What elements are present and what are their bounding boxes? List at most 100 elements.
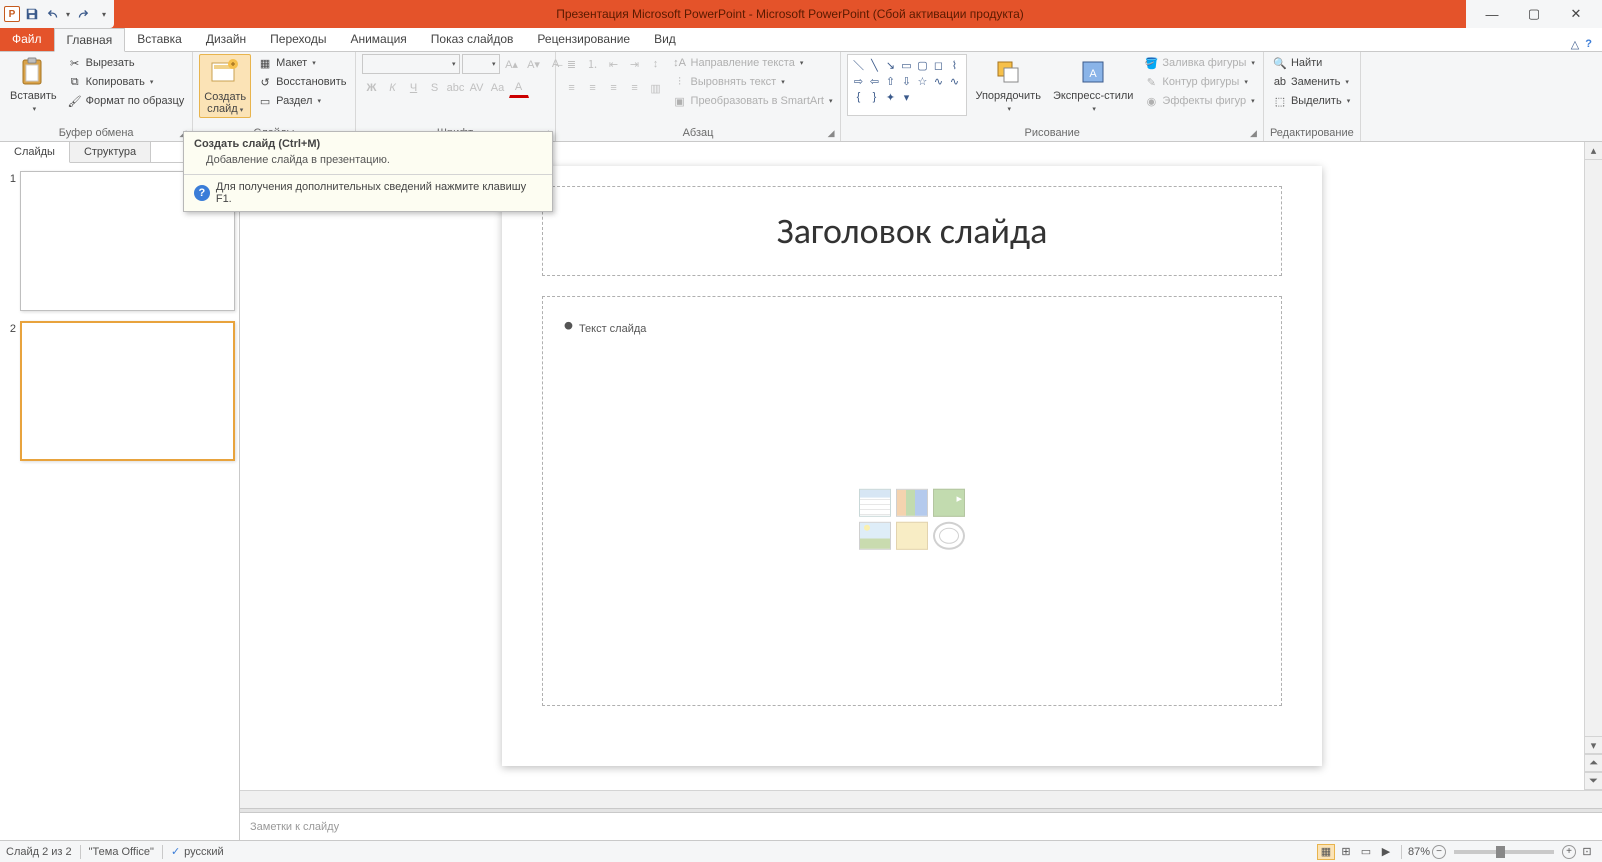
shape-star[interactable]: ☆ <box>915 74 929 88</box>
font-family-combo[interactable]: ▾ <box>362 54 460 74</box>
minimize-button[interactable]: — <box>1480 2 1504 26</box>
shape-arrow-r[interactable]: ⇨ <box>851 74 865 88</box>
insert-picture-icon[interactable] <box>859 522 891 550</box>
title-placeholder[interactable]: Заголовок слайда <box>542 186 1282 276</box>
reading-view-button[interactable]: ▭ <box>1357 844 1375 860</box>
status-language[interactable]: русский <box>184 846 223 858</box>
insert-chart-icon[interactable] <box>896 489 928 517</box>
paste-button[interactable]: Вставить▾ <box>6 54 61 116</box>
tab-view[interactable]: Вид <box>642 27 688 51</box>
underline-button[interactable]: Ч <box>404 78 424 98</box>
tab-review[interactable]: Рецензирование <box>525 27 642 51</box>
shape-arrow-d[interactable]: ⇩ <box>899 74 913 88</box>
shape-brace[interactable]: { <box>851 90 865 104</box>
font-color-button[interactable]: A <box>509 78 529 98</box>
slide-canvas[interactable]: Заголовок слайда • Текст слайда ▸ <box>502 166 1322 766</box>
shapes-gallery[interactable]: ＼ ╲ ↘ ▭ ▢ ◻ ⌇ ⇨ ⇦ ⇧ ⇩ ☆ ∿ ∿ { } ✦ ▾ <box>847 54 967 116</box>
close-button[interactable]: ✕ <box>1564 2 1588 26</box>
replace-button[interactable]: abЗаменить▾ <box>1270 73 1352 91</box>
normal-view-button[interactable]: ▦ <box>1317 844 1335 860</box>
thumbnail-row-2[interactable]: 2 <box>4 321 235 461</box>
shape-more[interactable]: ▾ <box>899 90 913 104</box>
shape-curve[interactable]: ∿ <box>931 74 945 88</box>
insert-clipart-icon[interactable] <box>896 522 928 550</box>
shadow-button[interactable]: abc <box>446 78 466 98</box>
quick-styles-button[interactable]: A Экспресс-стили▾ <box>1049 54 1137 116</box>
shape-line2[interactable]: ╲ <box>867 58 881 72</box>
shape-rect3[interactable]: ◻ <box>931 58 945 72</box>
tab-file[interactable]: Файл <box>0 27 54 51</box>
strikethrough-button[interactable]: S <box>425 78 445 98</box>
align-right-button[interactable]: ≡ <box>604 78 624 98</box>
redo-button[interactable] <box>72 4 92 24</box>
insert-smartart-icon[interactable]: ▸ <box>933 489 965 517</box>
shape-outline-button[interactable]: ✎Контур фигуры▾ <box>1141 73 1257 91</box>
insert-media-icon[interactable] <box>933 522 965 550</box>
bullets-button[interactable]: ≣ <box>562 54 582 74</box>
shape-effects-button[interactable]: ◉Эффекты фигур▾ <box>1141 92 1257 110</box>
vertical-scrollbar[interactable]: ▴ ▾ ⏶ ⏷ <box>1584 142 1602 790</box>
find-button[interactable]: 🔍Найти <box>1270 54 1352 72</box>
shape-curve2[interactable]: ∿ <box>947 74 961 88</box>
layout-button[interactable]: ▦Макет▾ <box>255 54 348 72</box>
spellcheck-icon[interactable]: ✓ <box>171 845 180 858</box>
shape-rect[interactable]: ▭ <box>899 58 913 72</box>
convert-smartart-button[interactable]: ▣Преобразовать в SmartArt▾ <box>670 92 835 110</box>
next-slide-button[interactable]: ⏷ <box>1585 772 1602 790</box>
undo-button[interactable] <box>44 4 64 24</box>
tab-animations[interactable]: Анимация <box>338 27 418 51</box>
insert-table-icon[interactable] <box>859 489 891 517</box>
reset-button[interactable]: ↺Восстановить <box>255 73 348 91</box>
bold-button[interactable]: Ж <box>362 78 382 98</box>
increase-indent-button[interactable]: ⇥ <box>625 54 645 74</box>
zoom-slider[interactable] <box>1454 850 1554 854</box>
zoom-in-button[interactable]: + <box>1562 845 1576 859</box>
tab-slideshow[interactable]: Показ слайдов <box>419 27 526 51</box>
qat-customize[interactable]: ▾ <box>102 10 106 19</box>
sorter-view-button[interactable]: ⊞ <box>1337 844 1355 860</box>
shape-brace2[interactable]: } <box>867 90 881 104</box>
shape-fill-button[interactable]: 🪣Заливка фигуры▾ <box>1141 54 1257 72</box>
prev-slide-button[interactable]: ⏶ <box>1585 754 1602 772</box>
notes-pane[interactable]: Заметки к слайду <box>240 812 1602 840</box>
thumbnail-2[interactable] <box>20 321 235 461</box>
zoom-level[interactable]: 87% <box>1408 846 1430 858</box>
line-spacing-button[interactable]: ↕ <box>646 54 666 74</box>
align-left-button[interactable]: ≡ <box>562 78 582 98</box>
body-placeholder[interactable]: • Текст слайда ▸ <box>542 296 1282 706</box>
shape-star2[interactable]: ✦ <box>883 90 897 104</box>
tab-design[interactable]: Дизайн <box>194 27 258 51</box>
shape-free[interactable]: ⌇ <box>947 58 961 72</box>
shrink-font-button[interactable]: A▾ <box>524 54 544 74</box>
justify-button[interactable]: ≡ <box>625 78 645 98</box>
tab-insert[interactable]: Вставка <box>125 27 194 51</box>
fit-window-button[interactable]: ⊡ <box>1578 844 1596 860</box>
slideshow-view-button[interactable]: ▶ <box>1377 844 1395 860</box>
change-case-button[interactable]: Aa <box>488 78 508 98</box>
grow-font-button[interactable]: A▴ <box>502 54 522 74</box>
drawing-launcher[interactable]: ◢ <box>1250 128 1257 139</box>
zoom-out-button[interactable]: − <box>1432 845 1446 859</box>
shape-line[interactable]: ＼ <box>851 58 865 72</box>
section-button[interactable]: ▭Раздел▾ <box>255 92 348 110</box>
italic-button[interactable]: К <box>383 78 403 98</box>
tab-transitions[interactable]: Переходы <box>258 27 338 51</box>
panel-tab-outline[interactable]: Структура <box>70 142 151 162</box>
save-button[interactable] <box>22 4 42 24</box>
help-icon[interactable]: ? <box>1585 38 1592 51</box>
align-center-button[interactable]: ≡ <box>583 78 603 98</box>
copy-button[interactable]: ⧉Копировать▾ <box>65 73 187 91</box>
decrease-indent-button[interactable]: ⇤ <box>604 54 624 74</box>
shape-rect2[interactable]: ▢ <box>915 58 929 72</box>
new-slide-button[interactable]: Создать слайд▾ <box>199 54 251 118</box>
scroll-track[interactable] <box>1585 160 1602 736</box>
slide-area[interactable]: Заголовок слайда • Текст слайда ▸ <box>240 142 1584 790</box>
status-slide-info[interactable]: Слайд 2 из 2 <box>6 846 72 858</box>
arrange-button[interactable]: Упорядочить▾ <box>971 54 1044 116</box>
ribbon-minimize-icon[interactable]: △ <box>1571 38 1579 51</box>
zoom-thumb[interactable] <box>1496 846 1504 858</box>
scroll-up-button[interactable]: ▴ <box>1585 142 1602 160</box>
maximize-button[interactable]: ▢ <box>1522 2 1546 26</box>
status-theme[interactable]: "Тема Office" <box>89 846 154 858</box>
text-direction-button[interactable]: ↕AНаправление текста▾ <box>670 54 835 72</box>
